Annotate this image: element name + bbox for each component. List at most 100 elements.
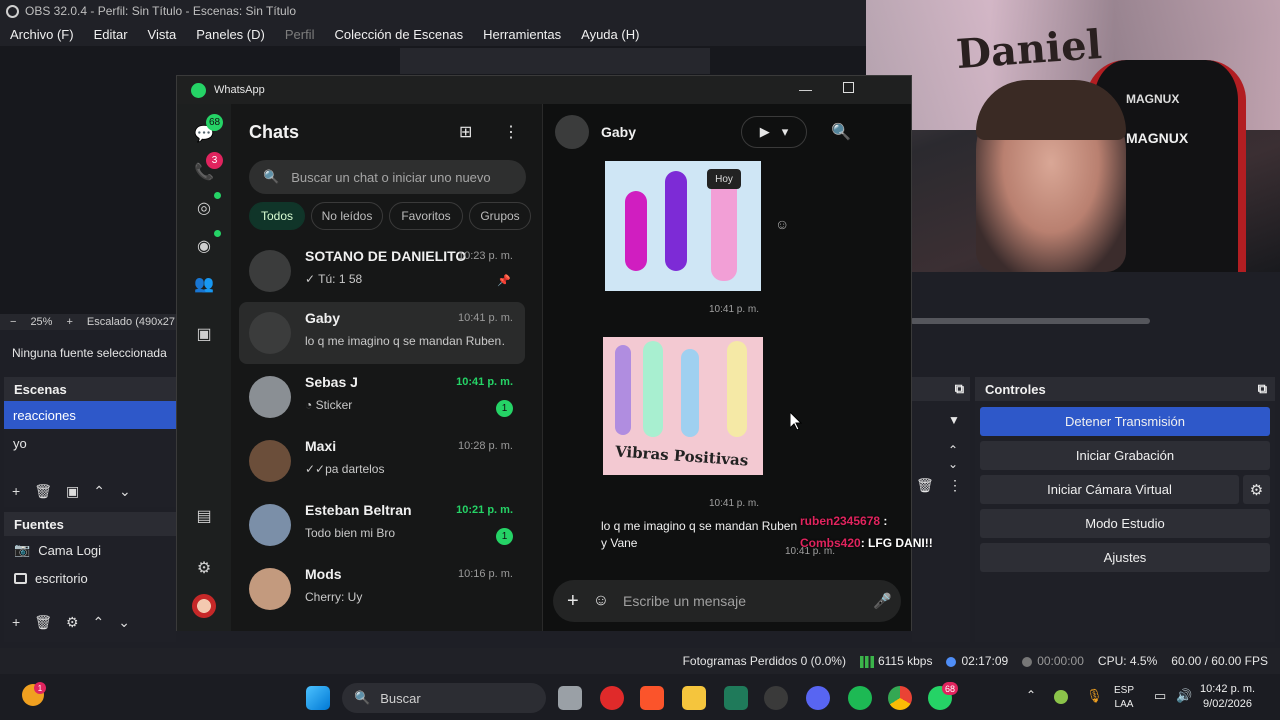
filter-grupos[interactable]: Grupos — [469, 202, 531, 230]
chat-row-gaby[interactable]: Gaby 10:41 p. m. lo q me imagino q se ma… — [239, 302, 525, 364]
contact-avatar-icon[interactable] — [555, 115, 589, 149]
settings-gear-icon[interactable]: ⚙ — [192, 556, 216, 580]
search-icon[interactable]: 🔍 — [831, 122, 851, 142]
scene-item-yo[interactable]: yo — [4, 429, 176, 457]
chat-row-mods[interactable]: Mods 10:16 p. m. Cherry: Uy — [239, 558, 525, 620]
maximize-icon[interactable] — [843, 82, 854, 93]
minimize-icon[interactable]: — — [799, 82, 812, 97]
video-camera-icon: ▶ — [759, 124, 770, 139]
source-label: escritorio — [35, 570, 88, 586]
chevron-down-icon[interactable]: ⌄ — [948, 457, 958, 471]
contact-name[interactable]: Gaby — [601, 124, 636, 140]
message-composer[interactable]: + ☺ Escribe un mensaje 🎤 — [553, 580, 901, 622]
start-windows-icon[interactable] — [306, 686, 330, 710]
chat-row-maxi[interactable]: Maxi 10:28 p. m. ✓✓pa dartelos — [239, 430, 525, 492]
microphone-tray-icon[interactable]: 🎙 — [1086, 688, 1103, 704]
video-call-button[interactable]: ▶ ▾ — [741, 116, 807, 148]
sticker-image-1[interactable]: Hoy — [605, 161, 761, 291]
scene-filters-icon[interactable]: ▣ — [66, 483, 79, 500]
tray-chevron-up-icon[interactable]: ⌃ — [1026, 688, 1036, 702]
scene-item-reacciones[interactable]: reacciones — [4, 401, 176, 429]
menu-more-icon[interactable]: ⋮ — [503, 122, 519, 142]
status-icon[interactable]: ◎ — [192, 196, 216, 220]
message-bubble[interactable]: lo q me imagino q se mandan Ruben y Vane — [595, 514, 807, 560]
opera-icon[interactable] — [600, 686, 624, 710]
react-emoji-icon[interactable]: ☺ — [775, 216, 789, 232]
media-icon[interactable]: ▤ — [192, 504, 216, 528]
menu-vista[interactable]: Vista — [138, 27, 187, 42]
source-item-escritorio[interactable]: escritorio — [4, 564, 176, 592]
source-item-cama-logi[interactable]: 📷 Cama Logi — [4, 536, 176, 564]
chat-row-sotano[interactable]: SOTANO DE DANIELITO 10:23 p. m. ✓ Tú: 1 … — [239, 240, 525, 302]
studio-mode-button[interactable]: Modo Estudio — [980, 509, 1270, 538]
attach-plus-icon[interactable]: + — [567, 590, 579, 613]
menu-coleccion-escenas[interactable]: Colección de Escenas — [324, 27, 473, 42]
filter-todos[interactable]: Todos — [249, 202, 305, 230]
obs-taskbar-icon[interactable] — [764, 686, 788, 710]
new-chat-icon[interactable]: ⊞ — [459, 122, 472, 142]
task-view-icon[interactable] — [558, 686, 582, 710]
move-up-icon[interactable]: ⌃ — [93, 614, 105, 631]
composer-placeholder[interactable]: Escribe un mensaje — [623, 593, 746, 609]
menu-ayuda[interactable]: Ayuda (H) — [571, 27, 649, 42]
stop-stream-button[interactable]: Detener Transmisión — [980, 407, 1270, 436]
add-scene-icon[interactable]: + — [12, 483, 20, 499]
taskbar-search[interactable]: 🔍 Buscar — [342, 683, 546, 713]
filter-no-leidos[interactable]: No leídos — [311, 202, 383, 230]
profile-avatar[interactable] — [192, 594, 216, 618]
source-settings-icon[interactable]: ⚙ — [66, 614, 79, 631]
menu-herramientas[interactable]: Herramientas — [473, 27, 571, 42]
settings-button[interactable]: Ajustes — [980, 543, 1270, 572]
move-down-icon[interactable]: ⌄ — [119, 483, 131, 500]
network-icon[interactable]: ▭ — [1154, 688, 1166, 704]
archived-icon[interactable]: ▣ — [192, 322, 216, 346]
move-down-icon[interactable]: ⌄ — [118, 614, 130, 631]
remove-source-icon[interactable]: 🗑 — [34, 614, 52, 631]
file-explorer-icon[interactable] — [682, 686, 706, 710]
start-recording-button[interactable]: Iniciar Grabación — [980, 441, 1270, 470]
record-icon — [1022, 656, 1033, 667]
trash-icon[interactable]: 🗑 — [916, 477, 934, 494]
brave-icon[interactable] — [640, 686, 664, 710]
chat-row-sebas[interactable]: Sebas J 10:41 p. m. ◔ Sticker 1 — [239, 366, 525, 428]
language-indicator[interactable]: ESP LAA — [1114, 684, 1134, 712]
chat-preview: Cherry: Uy — [305, 590, 363, 604]
zoom-out-button[interactable]: − — [10, 316, 16, 328]
add-source-icon[interactable]: + — [12, 614, 20, 630]
menu-perfil[interactable]: Perfil — [275, 27, 325, 42]
start-virtual-cam-button[interactable]: Iniciar Cámara Virtual — [980, 475, 1239, 504]
search-icon: 🔍 — [263, 169, 280, 184]
chevron-down-icon[interactable]: ▼ — [948, 413, 960, 427]
terminal-icon[interactable] — [724, 686, 748, 710]
sources-dock: Fuentes 📷 Cama Logi escritorio + 🗑 ⚙ ⌃ ⌄ — [4, 512, 176, 642]
chats-title: Chats — [249, 122, 300, 142]
chat-message: : — [883, 514, 888, 528]
communities-icon[interactable]: 👥 — [192, 272, 216, 296]
volume-icon[interactable]: 🔊 — [1176, 688, 1192, 704]
chrome-icon[interactable] — [888, 686, 912, 710]
preview-scrollbar[interactable] — [910, 318, 1150, 324]
filter-favoritos[interactable]: Favoritos — [389, 202, 463, 230]
remove-scene-icon[interactable]: 🗑 — [34, 483, 52, 500]
channels-icon[interactable]: ◉ — [192, 234, 216, 258]
menu-editar[interactable]: Editar — [84, 27, 138, 42]
virtual-cam-gear-icon[interactable]: ⚙ — [1243, 475, 1270, 504]
spotify-icon[interactable] — [848, 686, 872, 710]
menu-archivo[interactable]: Archivo (F) — [0, 27, 84, 42]
emoji-icon[interactable]: ☺ — [593, 592, 609, 610]
undock-icon[interactable]: ⧉ — [955, 381, 964, 397]
microphone-icon[interactable]: 🎤 — [873, 592, 892, 610]
discord-icon[interactable] — [806, 686, 830, 710]
move-up-icon[interactable]: ⌃ — [93, 483, 105, 500]
more-icon[interactable]: ⋮ — [948, 477, 962, 494]
chat-search-input[interactable]: 🔍 Buscar un chat o iniciar uno nuevo — [249, 160, 526, 194]
taskbar-clock[interactable]: 10:42 p. m. 9/02/2026 — [1200, 682, 1255, 712]
tray-app-icon[interactable] — [1054, 690, 1068, 704]
sticker-image-2[interactable]: Vibras Positivas — [603, 337, 763, 475]
zoom-in-button[interactable]: + — [66, 316, 72, 328]
undock-icon[interactable]: ⧉ — [1258, 381, 1267, 397]
menu-paneles[interactable]: Paneles (D) — [186, 27, 275, 42]
chat-row-esteban[interactable]: Esteban Beltran 10:21 p. m. Todo bien mi… — [239, 494, 525, 556]
contact-avatar — [249, 440, 291, 482]
chevron-up-icon[interactable]: ⌃ — [948, 443, 958, 457]
